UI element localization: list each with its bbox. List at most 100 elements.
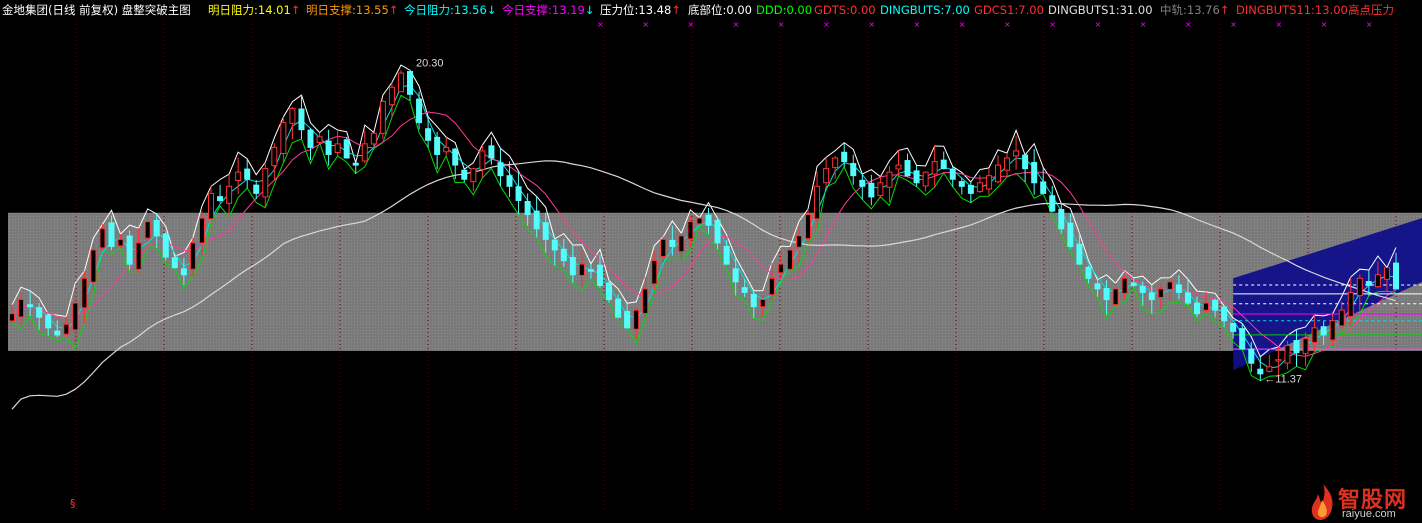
candle-body xyxy=(443,146,450,153)
candle-body xyxy=(479,150,486,170)
candle-body xyxy=(1193,302,1200,315)
candle-body xyxy=(1166,281,1173,290)
candle-body xyxy=(217,196,224,201)
candle-body xyxy=(63,323,70,335)
candle-body xyxy=(1031,161,1038,184)
candle-body xyxy=(1004,157,1011,171)
candle-body xyxy=(180,268,187,276)
indicator-6: DDD:0.00 xyxy=(756,3,813,17)
candle-body xyxy=(90,249,97,283)
watermark-logo: 智股网 raiyue.com xyxy=(1308,480,1422,523)
candle-body xyxy=(750,293,757,308)
candle-body xyxy=(153,219,160,237)
candle-body xyxy=(1257,368,1264,375)
candle-body xyxy=(958,181,965,187)
candle-body xyxy=(316,136,323,143)
candle-body xyxy=(795,235,802,248)
candle-body xyxy=(994,164,1001,183)
candle-body xyxy=(904,160,911,177)
candle-body xyxy=(1311,327,1318,344)
chart-title: 金地集团(日线 前复权) 盘整突破主图 xyxy=(2,3,191,17)
candle-body xyxy=(407,71,414,95)
candle-body xyxy=(805,214,812,240)
candle-body xyxy=(913,170,920,184)
candle-body xyxy=(642,288,649,314)
x-marker: × xyxy=(1366,20,1373,29)
high-price-label: 20.30 xyxy=(416,57,444,69)
indicator-7: GDTS:0.00 xyxy=(814,3,876,17)
candle-body xyxy=(786,249,793,270)
candle-body xyxy=(9,313,15,322)
low-price-label: ←11.37 xyxy=(1264,373,1302,385)
candle-body xyxy=(696,217,703,225)
candle-body xyxy=(1094,283,1101,290)
candle-body xyxy=(397,72,404,93)
candle-body xyxy=(1013,150,1020,157)
candle-body xyxy=(633,309,640,330)
candle-body xyxy=(253,184,260,194)
candle-body xyxy=(596,264,603,286)
candle-body xyxy=(1393,262,1399,290)
arrow-down-icon: ↓ xyxy=(584,3,595,17)
candle-body xyxy=(814,185,821,220)
x-marker: × xyxy=(1140,20,1147,29)
flame-icon xyxy=(1311,484,1333,520)
candle-body xyxy=(1374,274,1381,288)
x-marker: × xyxy=(733,20,740,29)
x-marker: × xyxy=(687,20,694,29)
candle-body xyxy=(1203,302,1210,311)
x-marker: × xyxy=(1321,20,1328,29)
candle-body xyxy=(497,162,504,177)
section-mark: § xyxy=(70,497,76,510)
candle-body xyxy=(416,98,423,124)
candle-body xyxy=(18,299,25,318)
candle-body xyxy=(678,235,685,253)
candle-body xyxy=(587,269,594,272)
candle-body xyxy=(931,161,938,175)
x-marker: × xyxy=(823,20,830,29)
candle-body xyxy=(1275,359,1282,362)
candle-body xyxy=(144,221,151,239)
indicator-3: 今日支撑:13.19↓ xyxy=(502,0,594,20)
indicator-2: 今日阻力:13.56↓ xyxy=(404,0,496,20)
indicator-12: DINGBUTS11:13.00 xyxy=(1236,3,1348,17)
candle-body xyxy=(99,228,106,249)
candle-body xyxy=(1157,288,1164,298)
candle-body xyxy=(162,233,169,258)
candle-body xyxy=(741,287,748,293)
indicator-5: 底部位:0.00 xyxy=(688,3,752,17)
candle-body xyxy=(45,314,52,329)
candle-body xyxy=(922,171,929,187)
arrow-up-icon: ↑ xyxy=(290,3,301,17)
x-marker: × xyxy=(642,20,649,29)
candle-body xyxy=(1338,309,1345,327)
candle-body xyxy=(515,186,522,201)
candle-body xyxy=(841,151,848,163)
candle-body xyxy=(1302,337,1309,355)
candle-body xyxy=(325,140,332,155)
candle-body xyxy=(850,163,857,177)
candle-body xyxy=(868,182,875,198)
candle-body xyxy=(1112,288,1119,306)
candle-body xyxy=(135,242,142,270)
x-marker: × xyxy=(1004,20,1011,29)
candle-body xyxy=(488,145,495,159)
candle-body xyxy=(1383,267,1390,280)
candle-body xyxy=(768,277,775,296)
arrow-up-icon: ↑ xyxy=(388,3,399,17)
candle-body xyxy=(551,239,558,251)
candle-body xyxy=(81,277,88,309)
indicator-8: DINGBUTS:7.00 xyxy=(880,3,970,17)
x-marker: × xyxy=(868,20,875,29)
candle-body xyxy=(307,129,314,148)
candle-body xyxy=(1221,306,1228,322)
candle-body xyxy=(624,311,631,329)
candle-body xyxy=(777,263,784,274)
candle-body xyxy=(524,201,531,216)
x-marker: × xyxy=(778,20,785,29)
candle-body xyxy=(832,157,839,169)
candle-body xyxy=(361,143,368,162)
candle-body xyxy=(126,235,133,265)
indicator-10: DINGBUTS1:31.00 xyxy=(1048,3,1153,17)
x-marker: × xyxy=(1230,20,1237,29)
